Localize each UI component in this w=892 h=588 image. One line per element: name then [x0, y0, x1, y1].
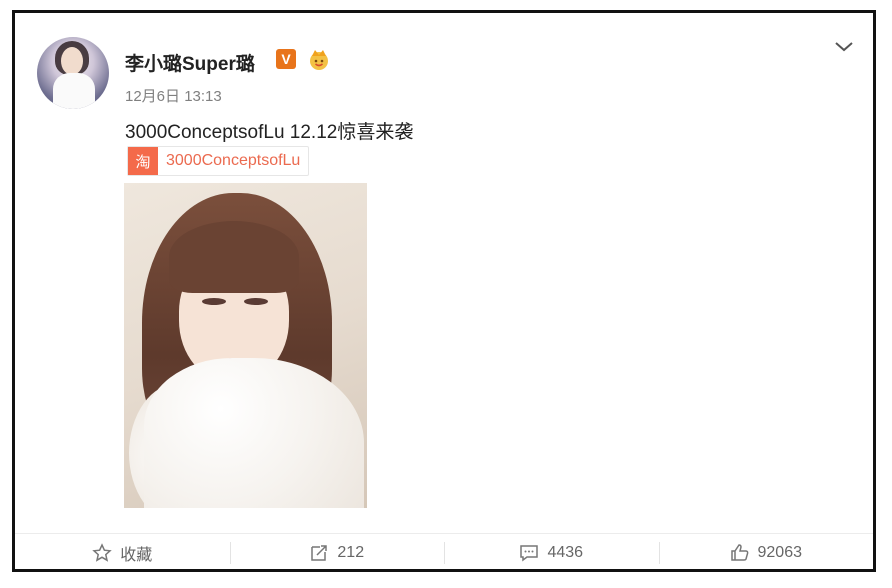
- like-button[interactable]: 92063: [658, 534, 874, 572]
- username[interactable]: 李小璐Super璐: [125, 49, 255, 76]
- verified-badge-icon: V: [276, 49, 296, 69]
- post-text: 3000ConceptsofLu 12.12惊喜来袭: [125, 122, 414, 143]
- like-count: 92063: [757, 544, 803, 561]
- post-timestamp[interactable]: 12月6日 13:13: [125, 85, 222, 106]
- shop-link-tag[interactable]: 淘 3000ConceptsofLu: [127, 146, 310, 176]
- comment-count: 4436: [547, 544, 584, 561]
- avatar-face: [61, 47, 83, 75]
- avatar[interactable]: [37, 37, 109, 109]
- shop-link-label: 3000ConceptsofLu: [166, 152, 301, 169]
- action-bar: 收藏 212 4436 92063: [15, 534, 873, 572]
- photo-eye-right: [244, 298, 268, 305]
- repost-icon: [311, 545, 328, 561]
- taobao-icon: 淘: [128, 147, 158, 175]
- comment-button[interactable]: 4436: [444, 534, 659, 572]
- weibo-post-card: 李小璐Super璐 V 12月6日 13:13 3000ConceptsofLu…: [12, 10, 876, 572]
- photo-bangs: [169, 221, 299, 293]
- post-photo[interactable]: [124, 183, 367, 508]
- star-icon: [92, 543, 112, 562]
- repost-count: 212: [337, 544, 365, 561]
- repost-button[interactable]: 212: [229, 534, 445, 572]
- chevron-down-icon[interactable]: [833, 38, 855, 56]
- comment-icon: [520, 545, 539, 562]
- thumbs-up-icon: [730, 544, 748, 561]
- favorite-label: 收藏: [120, 547, 153, 564]
- photo-eye-left: [202, 298, 226, 305]
- avatar-dress: [53, 73, 95, 109]
- crown-icon: [310, 50, 328, 70]
- favorite-button[interactable]: 收藏: [15, 534, 230, 572]
